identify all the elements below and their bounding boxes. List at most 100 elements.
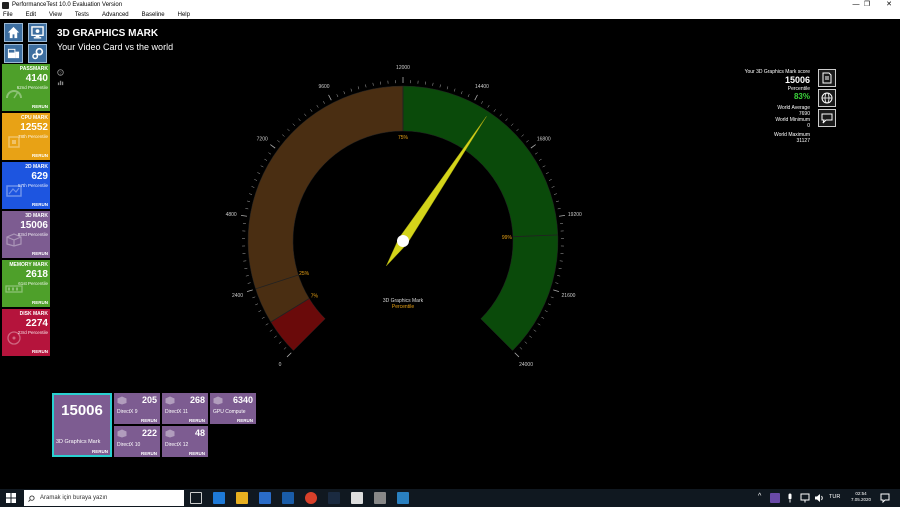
subtest-directx9[interactable]: 205 DirectX 9 RERUN [114,393,160,424]
gauge-tick [274,335,277,338]
microphone-icon[interactable] [786,493,794,503]
windows-start-icon[interactable] [6,493,16,503]
subtest-directx11[interactable]: 268 DirectX 11 RERUN [162,393,208,424]
network-icon[interactable] [800,493,810,503]
taskbar-search-box[interactable]: Aramak için buraya yazın [24,490,184,506]
gauge-tick-label: 21600 [562,293,576,299]
export-button[interactable] [818,69,836,87]
chat-button[interactable] [818,109,836,127]
gauge-tick [526,140,529,143]
gauge-tick [453,88,456,92]
rerun-button[interactable]: RERUN [141,451,157,456]
gauge-tick [282,134,285,137]
tile-name: 3D Graphics Mark [56,439,101,445]
rerun-button[interactable]: RERUN [32,153,48,158]
gauge-tick [268,152,272,155]
tray-overflow-icon[interactable]: ^ [758,493,761,500]
subtest-directx12[interactable]: 48 DirectX 12 RERUN [162,426,208,457]
subtest-name: GPU Compute [213,409,246,415]
taskbar-clock[interactable]: 02:54 7.05.2020 [846,491,876,503]
tile-3d-mark[interactable]: 3D MARK 15006 83rd Percentile RERUN [2,211,50,258]
system-info-button[interactable] [28,23,47,42]
help-icon[interactable]: ? [57,69,64,76]
tile-disk-mark[interactable]: DISK MARK 2274 23rd Percentile RERUN [2,309,50,356]
tile-percentile: 23rd Percentile [17,330,48,335]
online-compare-button[interactable] [818,89,836,107]
globe-icon [821,92,833,104]
notifications-icon[interactable] [880,493,890,503]
menu-advanced[interactable]: Advanced [102,12,129,18]
chrome-icon[interactable] [305,492,317,504]
app-icon [2,1,9,9]
gauge-tick [519,347,523,350]
settings-button[interactable] [28,44,47,63]
percentile-marker-label: 25% [299,271,310,277]
tile-value: 12552 [20,122,48,133]
rerun-button[interactable]: RERUN [32,349,48,354]
gauge-tick [547,303,551,306]
gauge-band-1 [247,85,404,323]
rerun-button[interactable]: RERUN [189,451,205,456]
rerun-button[interactable]: RERUN [237,418,253,423]
rerun-button[interactable]: RERUN [32,300,48,305]
gauge-tick [555,282,559,284]
performancetest-icon[interactable] [397,492,409,504]
steam-icon[interactable] [328,492,340,504]
menu-file[interactable]: File [3,12,13,18]
3d-graphics-mark-tile[interactable]: 15006 3D Graphics Mark RERUN [52,393,112,457]
gauge-tick [529,335,532,338]
taskbar: Aramak için buraya yazın ^ TUR 02:54 7.0… [0,489,900,507]
rerun-button[interactable]: RERUN [189,418,205,423]
edge-browser-icon[interactable] [213,492,225,504]
task-view-icon[interactable] [190,492,202,504]
tile-passmark[interactable]: PASSMARK 4140 62nd Percentile RERUN [2,64,50,111]
monitor-icon [31,26,44,39]
chart-icon[interactable] [57,79,64,86]
gauge-tick [350,88,353,92]
mail-icon[interactable] [282,492,294,504]
gauge-tick [557,208,561,210]
volume-icon[interactable] [814,493,824,503]
rerun-button[interactable]: RERUN [32,104,48,109]
gauge-tick [257,172,261,174]
close-button[interactable]: ✕ [878,0,900,10]
menu-edit[interactable]: Edit [26,12,36,18]
gauge-tick [372,82,374,86]
gauge-tick [545,172,549,174]
subtest-gpu-compute[interactable]: 6340 GPU Compute RERUN [210,393,256,424]
subtest-value: 205 [141,395,157,405]
tray-app-icon[interactable] [770,493,780,503]
menu-tests[interactable]: Tests [75,12,89,18]
subtest-name: DirectX 10 [117,442,141,448]
gauge-tick-label: 4800 [226,212,237,218]
language-indicator[interactable]: TUR [829,494,840,500]
rerun-button[interactable]: RERUN [32,202,48,207]
rerun-button[interactable]: RERUN [92,449,108,454]
app-icon-2[interactable] [374,492,386,504]
tile-percentile: 62nd Percentile [16,85,48,90]
gauge-tick [516,128,519,132]
file-explorer-icon[interactable] [236,492,248,504]
tile-memory-mark[interactable]: MEMORY MARK 2618 61st Percentile RERUN [2,260,50,307]
save-results-button[interactable] [4,44,23,63]
tile-2d-mark[interactable]: 2D MARK 629 57th Percentile RERUN [2,162,50,209]
gauge-tick-label: 24000 [519,362,533,368]
app-icon-1[interactable] [351,492,363,504]
gauge-tick [446,86,449,90]
rerun-button[interactable]: RERUN [141,418,157,423]
menu-baseline[interactable]: Baseline [142,12,165,18]
menu-view[interactable]: View [49,12,62,18]
tile-cpu-mark[interactable]: CPU MARK 12552 78th Percentile RERUN [2,113,50,160]
gauge-tick [258,310,262,313]
gauge-tick [365,84,367,88]
home-button[interactable] [4,23,23,42]
subtest-directx10[interactable]: 222 DirectX 10 RERUN [114,426,160,457]
rerun-button[interactable]: RERUN [32,251,48,256]
gears-icon [32,47,44,60]
menu-help[interactable]: Help [178,12,190,18]
store-icon[interactable] [259,492,271,504]
maximize-button[interactable]: ❐ [856,0,878,10]
percentile-marker-label: 7% [311,293,319,299]
gauge-tick [510,123,514,126]
tile-name: MEMORY MARK [9,262,48,268]
